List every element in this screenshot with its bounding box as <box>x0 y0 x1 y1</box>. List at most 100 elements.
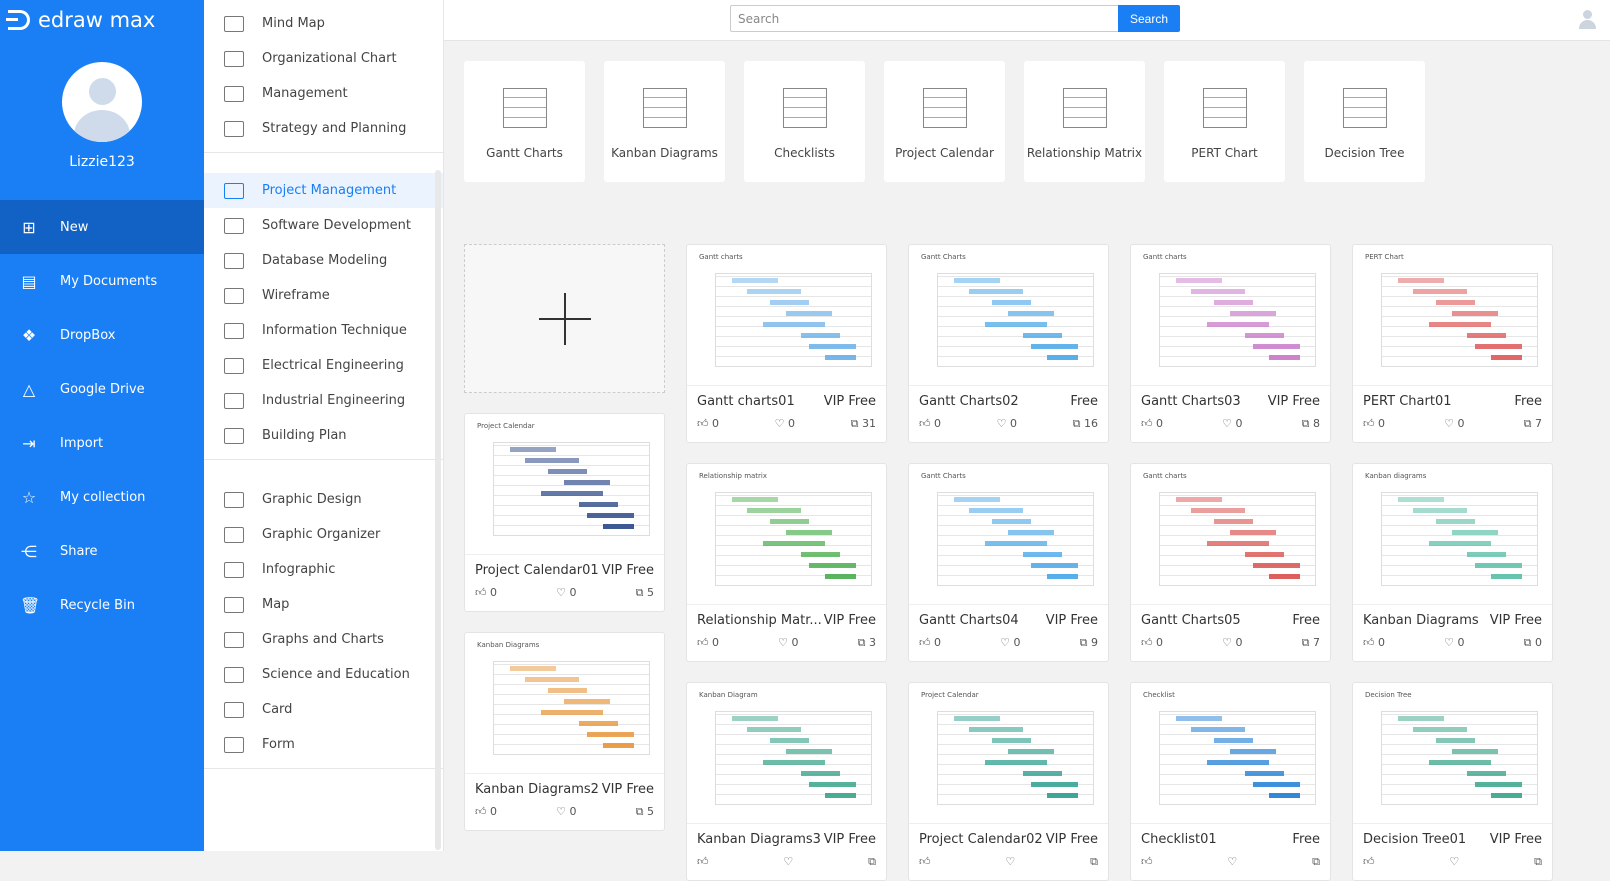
duplicate-button[interactable]: ⧉ 7 <box>1524 417 1542 431</box>
like-button[interactable]: 👍︎ 0 <box>1141 636 1163 650</box>
type-project-calendar[interactable]: Project Calendar <box>884 61 1005 182</box>
template-card[interactable]: Relationship matrix Relationship Matr...… <box>686 463 887 662</box>
category-project-management[interactable]: Project Management <box>204 173 443 208</box>
avatar[interactable] <box>62 62 142 142</box>
template-card[interactable]: Kanban Diagrams Kanban Diagrams2 VIP Free… <box>464 632 665 831</box>
template-card[interactable]: Kanban Diagram Kanban Diagrams3 VIP Free … <box>686 682 887 881</box>
category-mind-map[interactable]: Mind Map <box>204 6 443 41</box>
like-button[interactable]: 👍︎ 0 <box>1363 636 1385 650</box>
duplicate-button[interactable]: ⧉ <box>1090 855 1098 869</box>
like-button[interactable]: 👍︎ <box>1363 855 1375 869</box>
search-input[interactable]: Search <box>730 5 1120 32</box>
duplicate-button[interactable]: ⧉ 9 <box>1080 636 1098 650</box>
template-card[interactable]: Checklist Checklist01 Free 👍︎ ♡ ⧉ <box>1130 682 1331 881</box>
like-button[interactable]: 👍︎ 0 <box>919 417 941 431</box>
category-card[interactable]: Card <box>204 692 443 727</box>
thumb-bar <box>984 541 1047 546</box>
category-science-and-education[interactable]: Science and Education <box>204 657 443 692</box>
template-card[interactable]: Gantt Charts Gantt Charts04 VIP Free 👍︎ 0… <box>908 463 1109 662</box>
like-button[interactable]: 👍︎ 0 <box>475 805 497 819</box>
like-button[interactable]: 👍︎ 0 <box>697 636 719 650</box>
duplicate-button[interactable]: ⧉ 8 <box>1302 417 1320 431</box>
like-button[interactable]: 👍︎ <box>919 855 931 869</box>
category-graphic-design[interactable]: Graphic Design <box>204 482 443 517</box>
nav-item-dropbox[interactable]: ❖ DropBox <box>0 308 204 362</box>
type-relationship-matrix[interactable]: Relationship Matrix <box>1024 61 1145 182</box>
category-management[interactable]: Management <box>204 76 443 111</box>
favorite-button[interactable]: ♡ 0 <box>1000 636 1020 650</box>
template-card[interactable]: Gantt charts Gantt Charts05 Free 👍︎ 0 ♡ 0 ⧉… <box>1130 463 1331 662</box>
category-organizational-chart[interactable]: Organizational Chart <box>204 41 443 76</box>
category-infographic[interactable]: Infographic <box>204 552 443 587</box>
category-form[interactable]: Form <box>204 727 443 762</box>
favorite-button[interactable]: ♡ 0 <box>1444 636 1464 650</box>
nav-item-my-documents[interactable]: ▤ My Documents <box>0 254 204 308</box>
category-database-modeling[interactable]: Database Modeling <box>204 243 443 278</box>
duplicate-button[interactable]: ⧉ <box>1312 855 1320 869</box>
category-industrial-engineering[interactable]: Industrial Engineering <box>204 383 443 418</box>
type-pert-chart[interactable]: PERT Chart <box>1164 61 1285 182</box>
like-button[interactable]: 👍︎ 0 <box>475 586 497 600</box>
like-button[interactable]: 👍︎ 0 <box>697 417 719 431</box>
duplicate-button[interactable]: ⧉ 7 <box>1302 636 1320 650</box>
nav-item-share[interactable]: ⋲ Share <box>0 524 204 578</box>
like-button[interactable]: 👍︎ 0 <box>1363 417 1385 431</box>
duplicate-button[interactable]: ⧉ 31 <box>851 417 876 431</box>
category-map[interactable]: Map <box>204 587 443 622</box>
favorite-button[interactable]: ♡ <box>1005 855 1015 869</box>
user-icon[interactable] <box>1578 10 1596 30</box>
category-electrical-engineering[interactable]: Electrical Engineering <box>204 348 443 383</box>
like-button[interactable]: 👍︎ <box>697 855 709 869</box>
duplicate-button[interactable]: ⧉ 5 <box>636 805 654 819</box>
category-wireframe[interactable]: Wireframe <box>204 278 443 313</box>
favorite-button[interactable]: ♡ 0 <box>775 417 795 431</box>
template-card[interactable]: Gantt charts Gantt charts01 VIP Free 👍︎ 0… <box>686 244 887 443</box>
search-button[interactable]: Search <box>1118 5 1180 32</box>
copy-icon: ⧉ <box>635 586 644 599</box>
like-button[interactable]: 👍︎ <box>1141 855 1153 869</box>
favorite-button[interactable]: ♡ 0 <box>997 417 1017 431</box>
like-button[interactable]: 👍︎ 0 <box>1141 417 1163 431</box>
favorite-button[interactable]: ♡ <box>783 855 793 869</box>
thumb-bar <box>1490 574 1522 579</box>
favorite-button[interactable]: ♡ 0 <box>1444 417 1464 431</box>
template-card[interactable]: Project Calendar Project Calendar01 VIP F… <box>464 413 665 612</box>
scrollbar[interactable] <box>435 170 441 850</box>
favorite-button[interactable]: ♡ 0 <box>1222 636 1242 650</box>
favorite-button[interactable]: ♡ <box>1449 855 1459 869</box>
nav-item-google-drive[interactable]: △ Google Drive <box>0 362 204 416</box>
nav-item-import[interactable]: ⇥ Import <box>0 416 204 470</box>
category-building-plan[interactable]: Building Plan <box>204 418 443 453</box>
type-kanban-diagrams[interactable]: Kanban Diagrams <box>604 61 725 182</box>
category-software-development[interactable]: Software Development <box>204 208 443 243</box>
template-card[interactable]: Kanban diagrams Kanban Diagrams VIP Free … <box>1352 463 1553 662</box>
template-card[interactable]: Decision Tree Decision Tree01 VIP Free 👍︎… <box>1352 682 1553 881</box>
favorite-button[interactable]: ♡ 0 <box>778 636 798 650</box>
duplicate-button[interactable]: ⧉ 16 <box>1073 417 1098 431</box>
template-card[interactable]: Gantt charts Gantt Charts03 VIP Free 👍︎ 0… <box>1130 244 1331 443</box>
duplicate-button[interactable]: ⧉ 5 <box>636 586 654 600</box>
category-graphic-organizer[interactable]: Graphic Organizer <box>204 517 443 552</box>
favorite-button[interactable]: ♡ 0 <box>1222 417 1242 431</box>
category-graphs-and-charts[interactable]: Graphs and Charts <box>204 622 443 657</box>
category-strategy-and-planning[interactable]: Strategy and Planning <box>204 111 443 146</box>
type-decision-tree[interactable]: Decision Tree <box>1304 61 1425 182</box>
nav-item-new[interactable]: ⊞ New <box>0 200 204 254</box>
favorite-button[interactable]: ♡ 0 <box>556 586 576 600</box>
template-card[interactable]: PERT Chart PERT Chart01 Free 👍︎ 0 ♡ 0 ⧉ 7 <box>1352 244 1553 443</box>
favorite-button[interactable]: ♡ <box>1227 855 1237 869</box>
nav-item-recycle-bin[interactable]: 🗑 Recycle Bin <box>0 578 204 632</box>
like-button[interactable]: 👍︎ 0 <box>919 636 941 650</box>
new-blank-button[interactable] <box>464 244 665 393</box>
duplicate-button[interactable]: ⧉ <box>868 855 876 869</box>
template-card[interactable]: Project Calendar Project Calendar02 VIP F… <box>908 682 1109 881</box>
duplicate-button[interactable]: ⧉ <box>1534 855 1542 869</box>
duplicate-button[interactable]: ⧉ 3 <box>858 636 876 650</box>
favorite-button[interactable]: ♡ 0 <box>556 805 576 819</box>
nav-item-my-collection[interactable]: ☆ My collection <box>0 470 204 524</box>
duplicate-button[interactable]: ⧉ 0 <box>1524 636 1542 650</box>
type-checklists[interactable]: Checklists <box>744 61 865 182</box>
category-information-technique[interactable]: Information Technique <box>204 313 443 348</box>
type-gantt-charts[interactable]: Gantt Charts <box>464 61 585 182</box>
template-card[interactable]: Gantt Charts Gantt Charts02 Free 👍︎ 0 ♡ 0 ⧉… <box>908 244 1109 443</box>
